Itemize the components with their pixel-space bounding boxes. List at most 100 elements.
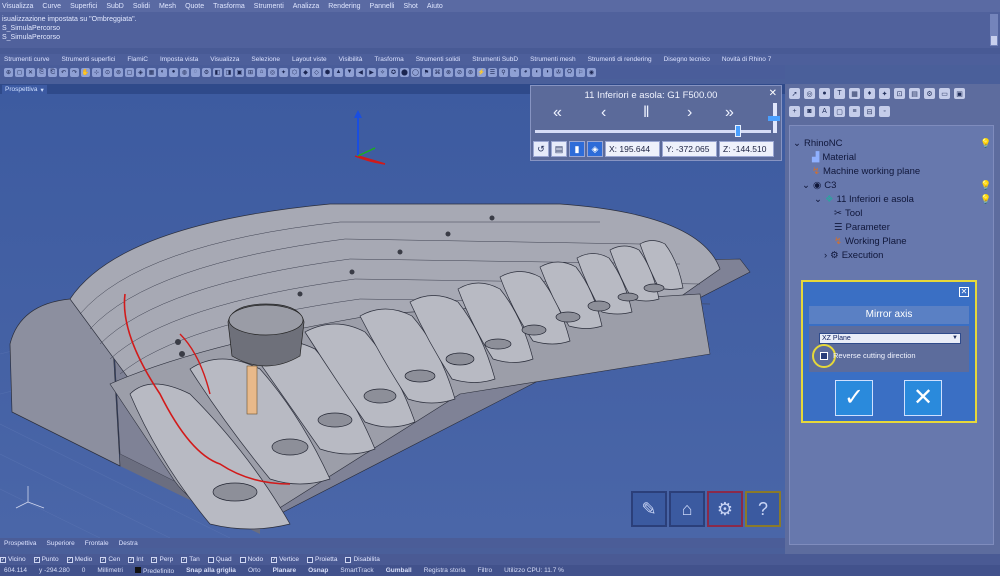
toolbar-button-icon[interactable]: ✇ [554,67,563,77]
toolbar-tab[interactable]: Strumenti superfici [62,56,116,63]
window-icon[interactable]: ⊟ [864,106,875,117]
toolbar-button-icon[interactable]: ▼ [345,67,354,77]
toolbar-button-icon[interactable]: ◔ [510,67,519,77]
toolbar-tab[interactable]: Strumenti mesh [530,56,576,63]
tree-item-parameter[interactable]: ☰ Parameter [834,222,890,233]
status-toggle[interactable]: Orto [248,567,261,574]
bulb-icon[interactable]: 💡 [980,194,991,205]
toolbar-button-icon[interactable]: ⊕ [4,67,13,77]
toolbar-button-icon[interactable]: ◆ [301,67,310,77]
menu-item[interactable]: Quote [185,3,204,10]
forward-fast-icon[interactable]: » [725,104,734,122]
tree-item-root[interactable]: ⌄ RhinoNC [793,138,843,149]
toolbar-tab[interactable]: Strumenti SubD [472,56,518,63]
pin-icon[interactable]: ✦ [879,88,890,99]
status-toggle[interactable]: Planare [273,567,297,574]
checkbox[interactable]: ✓ [33,556,40,563]
tree-item-operation[interactable]: ⌄ ❖ 11 Inferiori e asola [814,194,914,205]
chevron-down-icon[interactable]: ⌄ [793,138,801,149]
text-icon[interactable]: T [834,88,845,99]
chevron-down-icon[interactable]: ▾ [41,86,44,94]
menu-item[interactable]: Mesh [159,3,176,10]
toolbar-button-icon[interactable]: ⛭ [565,67,574,77]
toolbar-tab[interactable]: Visualizza [210,56,239,63]
step-forward-icon[interactable]: › [687,104,692,122]
toolbar-button-icon[interactable]: ✧ [378,67,387,77]
status-toggle[interactable]: Filtro [478,567,492,574]
viewport-tab[interactable]: Frontale [85,540,109,547]
osnap-punto[interactable]: ✓ Punto [33,556,59,563]
checkbox[interactable] [207,556,214,563]
add-icon[interactable]: + [789,106,800,117]
toolbar-tab[interactable]: Novità di Rhino 7 [722,56,772,63]
toolbar-button-icon[interactable]: ▣ [235,67,244,77]
pause-icon[interactable]: ‖ [643,104,650,122]
viewport-tab[interactable]: Destra [119,540,138,547]
tree-item-machine-plane[interactable]: ↯ Machine working plane [812,166,920,177]
globe-icon[interactable]: ◎ [804,88,815,99]
toolbar-button-icon[interactable]: ⊛ [466,67,475,77]
toolbar-button-icon[interactable]: ▲ [334,67,343,77]
layer[interactable]: Predefinito [135,566,174,575]
toolbar-button-icon[interactable]: ⌂ [257,67,266,77]
osnap-disabilita[interactable]: Disabilita [345,556,380,563]
menu-item[interactable]: Aiuto [427,3,443,10]
viewport-tab[interactable]: Superiore [47,540,75,547]
toolbar-button-icon[interactable]: ◇ [312,67,321,77]
progress-thumb[interactable] [734,125,741,137]
menu-item[interactable]: Shot [403,3,417,10]
toolbar-button-icon[interactable]: ◀ [356,67,365,77]
bulb-icon[interactable]: ◦ [879,106,890,117]
layers-icon[interactable]: ▤ [909,88,920,99]
toolbar-button-icon[interactable]: ◧ [213,67,222,77]
osnap-medio[interactable]: ✓ Medio [66,556,92,563]
sphere-icon[interactable]: ● [819,88,830,99]
toolbar-button-icon[interactable]: ▶ [367,67,376,77]
checkbox[interactable]: ✓ [100,556,107,563]
chevron-right-icon[interactable]: › [824,250,827,261]
osnap-proietta[interactable]: Proietta [307,556,337,563]
menu-item[interactable]: Curve [42,3,61,10]
image-icon[interactable]: ▣ [954,88,965,99]
menu-item[interactable]: SubD [106,3,124,10]
toolbar-button-icon[interactable]: ↷ [70,67,79,77]
toolbar-button-icon[interactable]: ◯ [411,67,420,77]
checkbox[interactable]: ✓ [0,556,6,563]
toolbar-tab[interactable]: Layout viste [292,56,327,63]
menu-item[interactable]: Solidi [133,3,150,10]
toolpath-icon[interactable]: ✎ [631,491,667,527]
menu-item[interactable]: Analizza [293,3,319,10]
menu-item[interactable]: Rendering [328,3,360,10]
status-toggle[interactable]: Gumball [386,567,412,574]
toolbar-button-icon[interactable]: ⊙ [103,67,112,77]
reverse-direction-checkbox[interactable] [820,352,828,360]
cancel-button[interactable]: ✕ [904,380,942,416]
scrollbar-thumb[interactable] [991,36,997,45]
osnap-tan[interactable]: ✓ Tan [181,556,200,563]
tool-icon[interactable]: ▮ [569,141,585,157]
toolbar-tab[interactable]: Trasforma [374,56,403,63]
toolbar-button-icon[interactable]: ● [169,67,178,77]
toolbar-button-icon[interactable]: ◗ [543,67,552,77]
osnap-int[interactable]: ✓ Int [128,556,143,563]
bulb-icon[interactable]: 💡 [980,138,991,149]
toolbar-button-icon[interactable]: ◈ [136,67,145,77]
toolbar-button-icon[interactable]: ▦ [147,67,156,77]
properties-icon[interactable]: ⊡ [894,88,905,99]
toolbar-button-icon[interactable]: ⚑ [422,67,431,77]
status-toggle[interactable]: SmartTrack [340,567,373,574]
toolbar-button-icon[interactable]: ◍ [180,67,189,77]
gear-icon[interactable]: ⚙ [924,88,935,99]
toolbar-button-icon[interactable]: ⎗ [48,67,57,77]
cursor-icon[interactable]: ➚ [789,88,800,99]
menu-item[interactable]: Pannelli [370,3,395,10]
toolbar-button-icon[interactable]: ⬡ [290,67,299,77]
close-icon[interactable]: ✕ [959,287,969,297]
toolbar-button-icon[interactable]: ◕ [521,67,530,77]
toolbar-button-icon[interactable]: ⚐ [576,67,585,77]
help-icon[interactable]: ? [745,491,781,527]
toolbar-tab[interactable]: Disegno tecnico [664,56,710,63]
chevron-down-icon[interactable]: ⌄ [802,180,810,191]
checkbox[interactable]: ✓ [66,556,73,563]
confirm-button[interactable]: ✓ [835,380,873,416]
